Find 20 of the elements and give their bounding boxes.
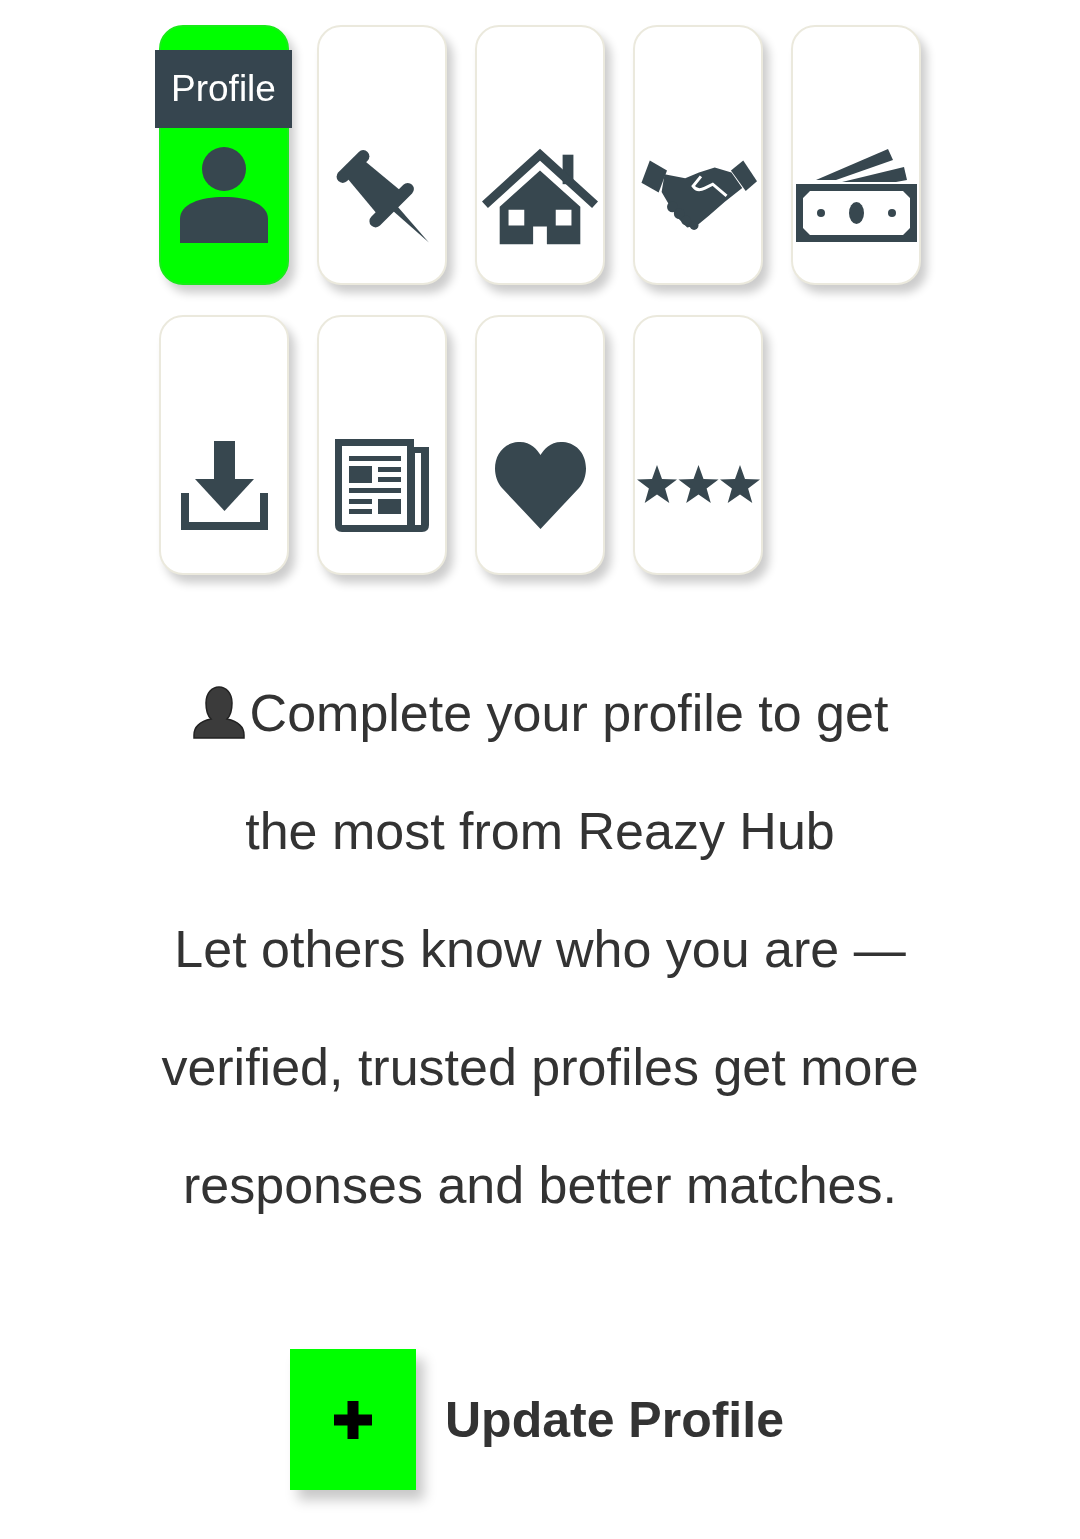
menu-tile[interactable] [475, 25, 605, 285]
menu-tile[interactable] [633, 315, 763, 575]
heart-icon [492, 441, 588, 529]
stars-icon [635, 464, 761, 506]
menu-tile[interactable] [317, 315, 447, 575]
banknotes-icon [795, 148, 917, 242]
headline-text: Complete your profile to get the most from Reazy Hub [245, 684, 889, 860]
menu-tile[interactable] [791, 25, 921, 285]
bust-icon [191, 685, 246, 739]
plus-icon [290, 1349, 416, 1490]
menu-tile[interactable] [317, 25, 447, 285]
newspaper-icon [335, 438, 429, 532]
description-text: Let others know who you are — verified, trusted profiles get more responses and better matches. [160, 919, 920, 1216]
menu-tile[interactable] [633, 25, 763, 285]
update-profile-button[interactable]: Update Profile [290, 1349, 784, 1490]
download-icon [180, 440, 268, 530]
person-icon [180, 147, 268, 243]
tile-tooltip: Profile [155, 50, 292, 128]
menu-tile[interactable] [159, 315, 289, 575]
menu-tile[interactable] [475, 315, 605, 575]
